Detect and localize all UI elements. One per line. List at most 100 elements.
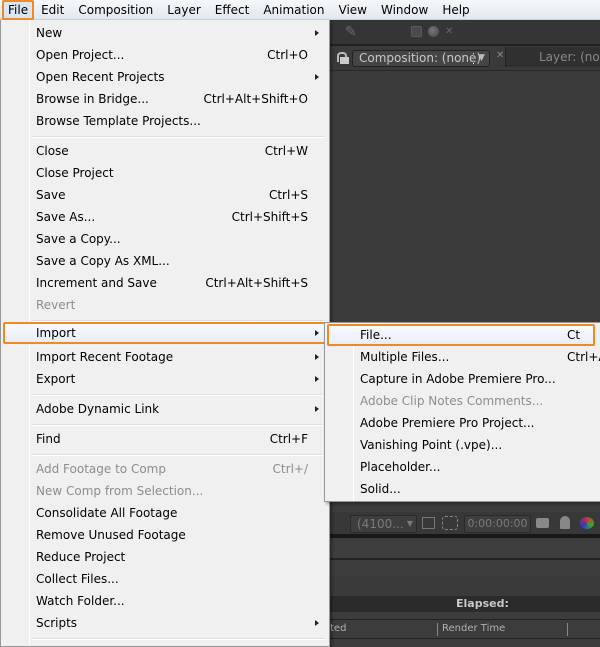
axis-icon[interactable]: ✕ [445,26,456,37]
menu-item-close[interactable]: Close Ctrl+W [3,140,327,162]
submenu-item-file[interactable]: File... Ct [327,324,595,346]
menu-item-increment-and-save[interactable]: Increment and Save Ctrl+Alt+Shift+S [3,272,327,294]
render-queue-info [330,576,600,596]
submenu-arrow-icon [315,620,319,626]
menu-item-save-a-copy[interactable]: Save a Copy... [3,228,327,250]
pin-tool-icon[interactable]: ✎ [345,24,357,40]
region-of-interest-icon[interactable] [442,516,458,530]
submenu-arrow-icon [315,376,319,382]
menu-item-label: Increment and Save [36,276,157,290]
menu-item-shortcut: Ctrl+S [268,188,308,202]
menu-item-shortcut: Ctrl+/ [272,462,308,476]
menu-item-label: Import Recent Footage [36,350,174,364]
menu-help[interactable]: Help [435,0,476,20]
composition-tab-label: Composition: (none) [359,51,482,65]
anchor-icon[interactable] [411,26,422,37]
menu-item-label: Close Project [36,166,114,180]
menu-item-browse-template-projects[interactable]: Browse Template Projects... [3,110,327,132]
menu-item-shortcut: Ct [567,328,581,342]
menu-item-label: Vanishing Point (.vpe)... [360,438,503,452]
tools-panel [330,20,600,46]
menu-item-label: Solid... [360,482,401,496]
snapshot-camera-icon[interactable] [536,518,549,528]
menu-item-label: Placeholder... [360,460,441,474]
menu-item-close-project[interactable]: Close Project [3,162,327,184]
menu-item-label: Import [36,326,76,340]
menu-animation[interactable]: Animation [256,0,331,20]
menu-item-label: Add Footage to Comp [36,462,166,476]
menu-item-label: Adobe Premiere Pro Project... [360,416,535,430]
column-divider[interactable] [437,623,438,636]
menu-item-shortcut: Ctrl+Shift+S [231,210,308,224]
menu-item-collect-files[interactable]: Collect Files... [3,568,327,590]
submenu-item-premiere-project[interactable]: Adobe Premiere Pro Project... [327,412,600,434]
dropdown-arrow-icon[interactable]: ▼ [478,51,485,66]
menu-view[interactable]: View [332,0,374,20]
menu-separator [31,424,325,426]
menu-item-new[interactable]: New [3,22,327,44]
render-queue-header [330,542,600,560]
menu-item-adobe-dynamic-link[interactable]: Adobe Dynamic Link [3,398,327,420]
grid-toggle-icon[interactable] [422,517,435,529]
menu-window[interactable]: Window [374,0,435,20]
menu-item-shortcut: Ctrl+Alt+Shift+S [205,276,308,290]
menu-item-watch-folder[interactable]: Watch Folder... [3,590,327,612]
resolution-dropdown[interactable]: (4100... ▼ [350,515,417,533]
composition-tab[interactable]: Composition: (none) ▼ [352,50,490,67]
menu-item-new-comp-from-selection: New Comp from Selection... [3,480,327,502]
column-divider[interactable] [567,623,568,636]
channel-color-icon[interactable] [580,517,594,529]
menu-item-label: Export [36,372,76,386]
menu-item-shortcut: Ctrl+Alt+Shift+O [203,92,308,106]
menu-item-scripts[interactable]: Scripts [3,612,327,634]
show-snapshot-icon[interactable] [560,516,570,529]
menu-item-save[interactable]: Save Ctrl+S [3,184,327,206]
menu-item-add-footage-to-comp: Add Footage to Comp Ctrl+/ [3,458,327,480]
menu-item-shortcut: Ctrl+W [264,144,308,158]
submenu-item-clip-notes: Adobe Clip Notes Comments... [327,390,600,412]
menu-item-label: Scripts [36,616,78,630]
menu-item-export[interactable]: Export [3,368,327,390]
sphere-icon[interactable] [428,26,439,37]
menu-item-label: Close [36,144,69,158]
menu-item-label: Adobe Clip Notes Comments... [360,394,544,408]
submenu-item-vanishing-point[interactable]: Vanishing Point (.vpe)... [327,434,600,456]
menu-item-remove-unused-footage[interactable]: Remove Unused Footage [3,524,327,546]
menu-file[interactable]: File [2,0,35,20]
menu-item-import-recent-footage[interactable]: Import Recent Footage [3,346,327,368]
menu-layer[interactable]: Layer [160,0,207,20]
tab-divider [473,53,474,64]
close-tab-icon[interactable]: ✕ [496,50,504,61]
submenu-item-placeholder[interactable]: Placeholder... [327,456,600,478]
column-started[interactable]: ted [330,620,346,638]
menu-effect[interactable]: Effect [208,0,257,20]
menu-item-browse-in-bridge[interactable]: Browse in Bridge... Ctrl+Alt+Shift+O [3,88,327,110]
menu-edit[interactable]: Edit [34,0,71,20]
menu-item-reduce-project[interactable]: Reduce Project [3,546,327,568]
submenu-arrow-icon [315,74,319,80]
menu-item-revert: Revert [3,294,327,316]
menu-item-label: File... [360,328,392,342]
timecode-field[interactable]: 0:00:00:00 [464,515,531,533]
menu-item-open-project[interactable]: Open Project... Ctrl+O [3,44,327,66]
menu-composition[interactable]: Composition [71,0,160,20]
menu-item-find[interactable]: Find Ctrl+F [3,428,327,450]
submenu-arrow-icon [315,30,319,36]
menu-item-label: Save [36,188,66,202]
dropdown-arrow-icon: ▼ [406,519,413,528]
render-queue-columns: ted Render Time [330,619,600,639]
menu-item-import[interactable]: Import [3,322,327,344]
menu-item-label: Remove Unused Footage [36,528,186,542]
menu-item-save-as[interactable]: Save As... Ctrl+Shift+S [3,206,327,228]
submenu-item-capture-premiere[interactable]: Capture in Adobe Premiere Pro... [327,368,600,390]
menu-item-shortcut: Ctrl+O [267,48,308,62]
menu-item-label: Revert [36,298,76,312]
menu-separator [31,454,325,456]
submenu-item-multiple-files[interactable]: Multiple Files... Ctrl+A [327,346,600,368]
menu-item-save-copy-as-xml[interactable]: Save a Copy As XML... [3,250,327,272]
column-render-time[interactable]: Render Time [442,620,505,638]
menu-item-open-recent-projects[interactable]: Open Recent Projects [3,66,327,88]
layer-tab[interactable]: Layer: (none) [505,47,600,67]
submenu-item-solid[interactable]: Solid... [327,478,600,500]
menu-item-consolidate-all-footage[interactable]: Consolidate All Footage [3,502,327,524]
